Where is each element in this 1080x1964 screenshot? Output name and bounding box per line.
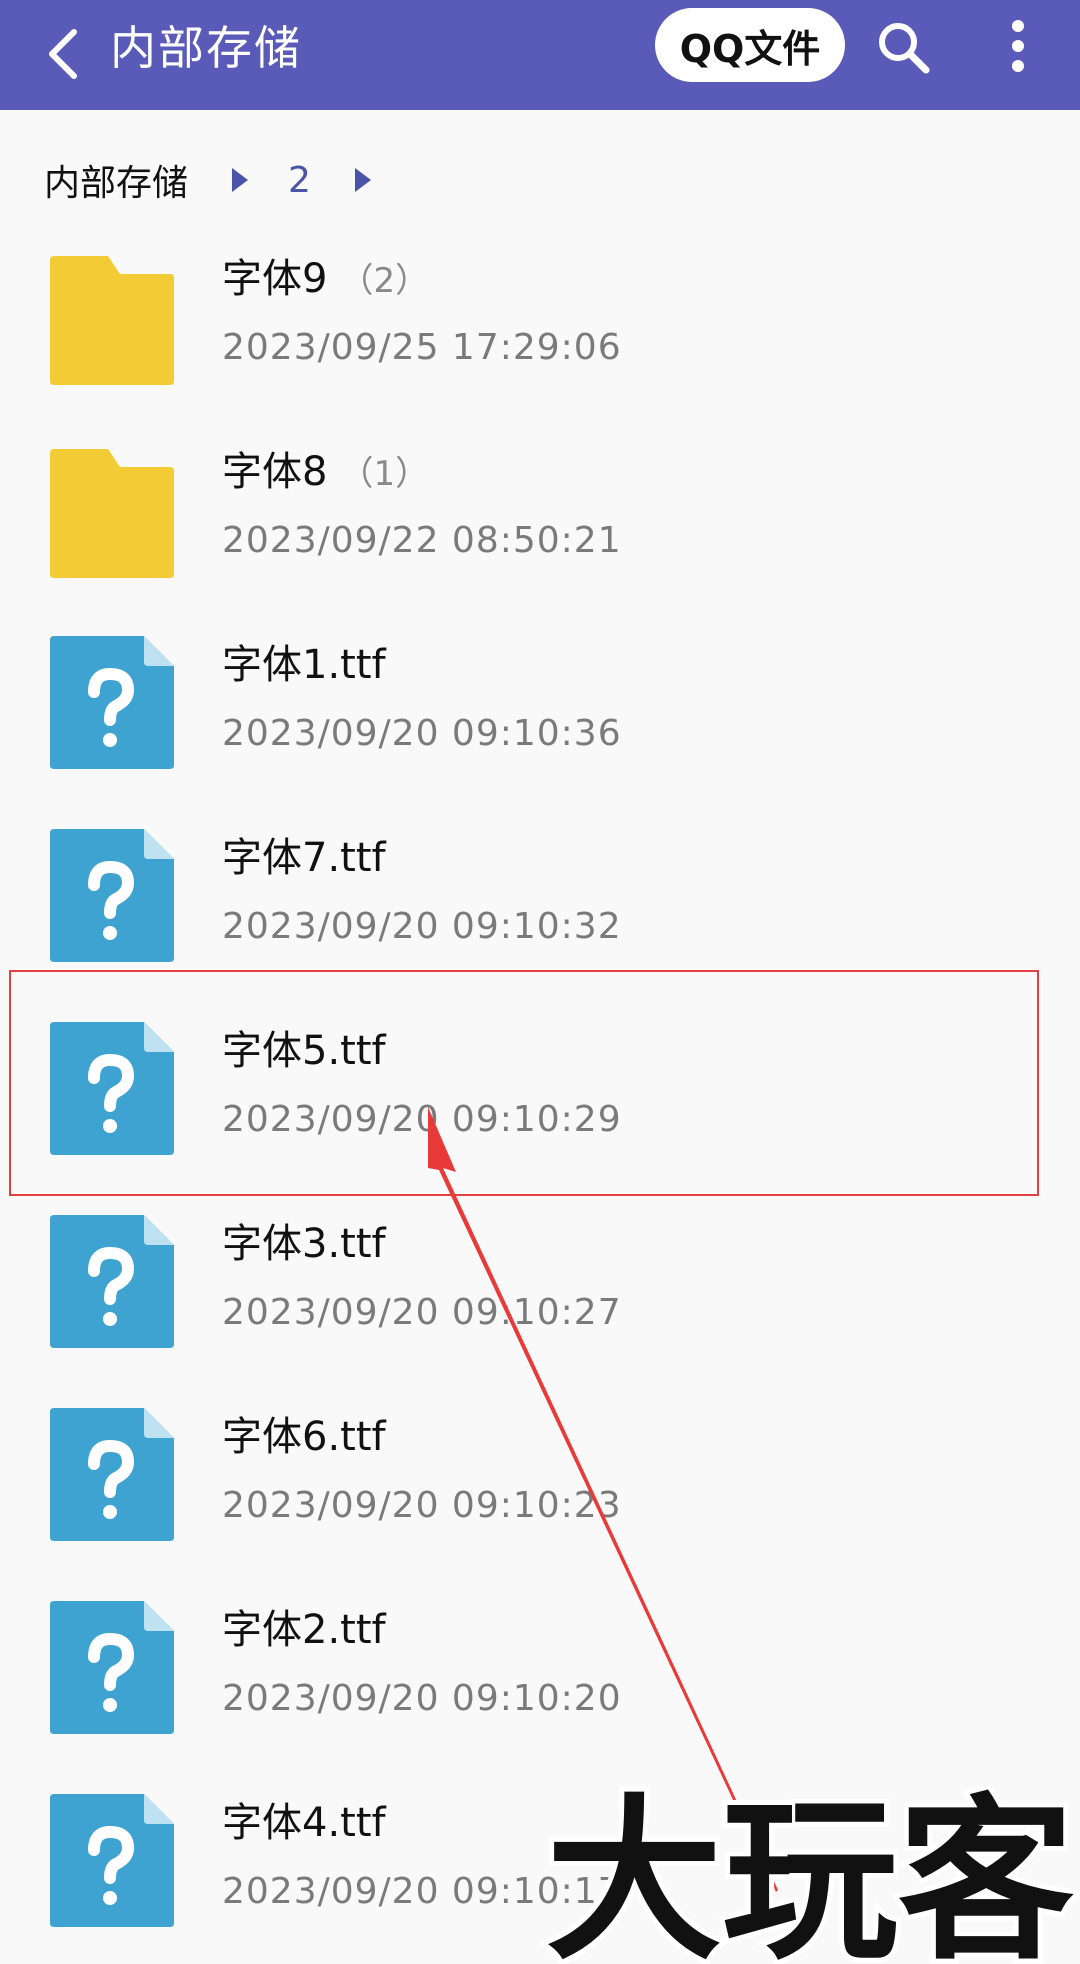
file-manager-screen: 内部存储 QQ文件 内部存储 2 字体9 （2） 2023/09/25 17:2…: [0, 0, 1080, 1964]
list-item[interactable]: 字体8 （1） 2023/09/22 08:50:21: [0, 413, 1080, 606]
item-title: 字体9: [222, 256, 328, 302]
item-date: 2023/09/20 09:10:29: [222, 1099, 622, 1140]
page-title: 内部存储: [110, 21, 302, 75]
item-date: 2023/09/20 09:10:23: [222, 1485, 622, 1526]
search-button[interactable]: [870, 14, 936, 80]
item-title: 字体2.ttf: [222, 1607, 386, 1653]
list-item[interactable]: 字体9 （2） 2023/09/25 17:29:06: [0, 220, 1080, 413]
folder-icon: [50, 449, 174, 578]
item-name: 字体2.ttf: [222, 1603, 386, 1657]
item-name: 字体6.ttf: [222, 1410, 386, 1464]
list-item[interactable]: 字体6.ttf 2023/09/20 09:10:23: [0, 1378, 1080, 1571]
unknown-file-icon: [50, 1601, 174, 1734]
list-item[interactable]: 字体4.ttf 2023/09/20 09:10:17: [0, 1764, 1080, 1957]
list-item[interactable]: 字体5.ttf 2023/09/20 09:10:29: [0, 992, 1080, 1185]
app-bar: 内部存储 QQ文件: [0, 0, 1080, 110]
back-button[interactable]: [38, 18, 90, 90]
item-date: 2023/09/20 09:10:36: [222, 713, 622, 754]
list-item[interactable]: 字体3.ttf 2023/09/20 09:10:27: [0, 1185, 1080, 1378]
list-item[interactable]: 字体7.ttf 2023/09/20 09:10:32: [0, 799, 1080, 992]
item-name: 字体5.ttf: [222, 1024, 386, 1078]
breadcrumb: 内部存储 2: [44, 150, 411, 210]
item-name: 字体9 （2）: [222, 252, 429, 308]
item-date: 2023/09/22 08:50:21: [222, 520, 622, 561]
breadcrumb-current[interactable]: 2: [288, 160, 311, 201]
item-title: 字体1.ttf: [222, 642, 386, 688]
item-date: 2023/09/20 09:10:20: [222, 1678, 622, 1719]
unknown-file-icon: [50, 636, 174, 769]
item-name: 字体7.ttf: [222, 831, 386, 885]
item-title: 字体6.ttf: [222, 1414, 386, 1460]
item-count: （2）: [339, 261, 430, 301]
triangle-right-icon: [226, 165, 252, 195]
folder-icon: [50, 256, 174, 385]
unknown-file-icon: [50, 829, 174, 962]
item-date: 2023/09/25 17:29:06: [222, 327, 622, 368]
item-title: 字体5.ttf: [222, 1028, 386, 1074]
item-name: 字体1.ttf: [222, 638, 386, 692]
item-name: 字体4.ttf: [222, 1796, 386, 1850]
qq-files-button[interactable]: QQ文件: [655, 8, 845, 82]
more-options-button[interactable]: [998, 10, 1038, 82]
list-item[interactable]: 字体1.ttf 2023/09/20 09:10:36: [0, 606, 1080, 799]
item-title: 字体4.ttf: [222, 1800, 386, 1846]
item-title: 字体7.ttf: [222, 835, 386, 881]
search-icon: [879, 23, 930, 74]
item-date: 2023/09/20 09:10:27: [222, 1292, 622, 1333]
item-title: 字体3.ttf: [222, 1221, 386, 1267]
more-vertical-icon: [1012, 20, 1024, 72]
unknown-file-icon: [50, 1215, 174, 1348]
chevron-left-icon: [49, 29, 77, 79]
item-date: 2023/09/20 09:10:17: [222, 1871, 622, 1912]
unknown-file-icon: [50, 1794, 174, 1927]
unknown-file-icon: [50, 1022, 174, 1155]
item-date: 2023/09/20 09:10:32: [222, 906, 622, 947]
item-count: （1）: [339, 454, 430, 494]
unknown-file-icon: [50, 1408, 174, 1541]
list-item[interactable]: 字体2.ttf 2023/09/20 09:10:20: [0, 1571, 1080, 1764]
triangle-right-icon: [349, 165, 375, 195]
item-title: 字体8: [222, 449, 328, 495]
breadcrumb-root[interactable]: 内部存储: [44, 154, 188, 206]
item-name: 字体3.ttf: [222, 1217, 386, 1271]
item-name: 字体8 （1）: [222, 445, 429, 501]
